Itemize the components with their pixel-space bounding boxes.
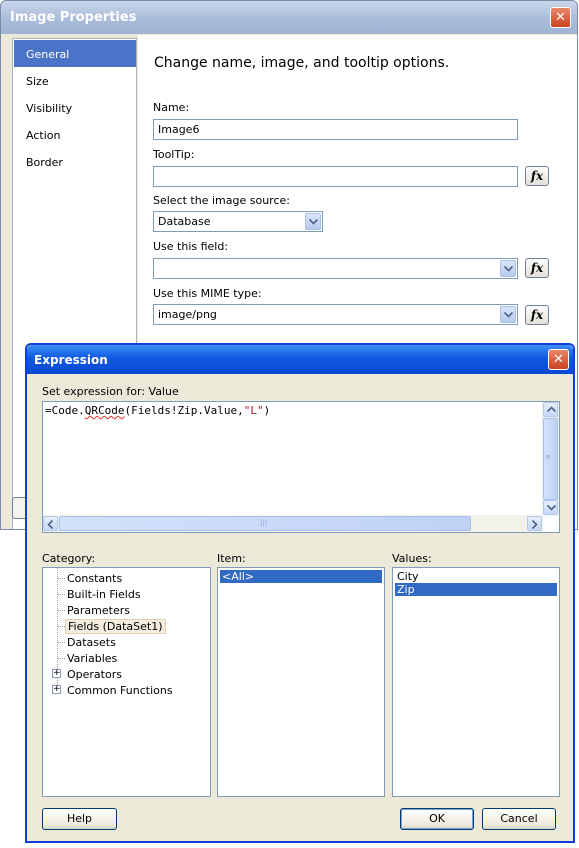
ok-button[interactable]: OK bbox=[400, 808, 474, 830]
function-icon: fx bbox=[530, 261, 544, 275]
mime-type-select[interactable]: image/png bbox=[153, 304, 518, 325]
horizontal-scroll-thumb[interactable]: ||| bbox=[59, 516, 471, 531]
set-expression-label: Set expression for: Value bbox=[42, 385, 179, 398]
image-properties-title: Image Properties bbox=[10, 10, 137, 25]
function-icon: fx bbox=[530, 169, 544, 183]
horizontal-scrollbar[interactable]: ||| bbox=[43, 515, 543, 532]
scroll-down-button[interactable] bbox=[543, 500, 558, 515]
cancel-button[interactable]: Cancel bbox=[482, 808, 556, 830]
category-tree[interactable]: Constants Built-in Fields Parameters Fie… bbox=[42, 567, 211, 797]
category-constants[interactable]: Constants bbox=[67, 572, 122, 585]
list-item-all[interactable]: <All> bbox=[220, 570, 382, 583]
tree-connector bbox=[57, 658, 65, 659]
category-parameters[interactable]: Parameters bbox=[67, 604, 130, 617]
sidebar-item-border[interactable]: Border bbox=[14, 148, 136, 175]
values-label: Values: bbox=[392, 552, 432, 565]
name-label: Name: bbox=[153, 101, 190, 114]
tooltip-field[interactable] bbox=[153, 166, 518, 187]
image-source-label: Select the image source: bbox=[153, 194, 290, 207]
category-fields[interactable]: Fields (DataSet1) bbox=[65, 619, 166, 634]
list-item-zip[interactable]: Zip bbox=[395, 583, 557, 596]
sidebar-item-label: Border bbox=[26, 156, 63, 169]
function-icon: fx bbox=[530, 308, 544, 322]
scroll-up-button[interactable] bbox=[543, 402, 558, 417]
vertical-scroll-thumb[interactable]: ≡ bbox=[543, 418, 558, 500]
category-datasets[interactable]: Datasets bbox=[67, 636, 116, 649]
expand-plus-icon[interactable]: + bbox=[52, 669, 61, 678]
chevron-down-icon[interactable] bbox=[500, 306, 516, 323]
category-variables[interactable]: Variables bbox=[67, 652, 117, 665]
tooltip-expression-button[interactable]: fx bbox=[525, 166, 549, 186]
use-field-label: Use this field: bbox=[153, 240, 229, 253]
tree-connector bbox=[57, 578, 65, 579]
mime-type-value: image/png bbox=[158, 308, 217, 321]
tooltip-label: ToolTip: bbox=[153, 148, 195, 161]
category-common-functions[interactable]: Common Functions bbox=[67, 684, 173, 697]
sidebar-item-label: Visibility bbox=[26, 102, 73, 115]
sidebar-item-label: Size bbox=[26, 75, 49, 88]
tree-connector bbox=[57, 610, 65, 611]
close-icon: ✕ bbox=[553, 352, 564, 367]
category-built-in-fields[interactable]: Built-in Fields bbox=[67, 588, 141, 601]
mime-type-label: Use this MIME type: bbox=[153, 287, 262, 300]
mime-expression-button[interactable]: fx bbox=[525, 305, 549, 325]
list-item-city[interactable]: City bbox=[395, 570, 557, 583]
expression-title: Expression bbox=[34, 353, 108, 367]
expander-glyph: + bbox=[53, 684, 61, 694]
image-source-select[interactable]: Database bbox=[153, 211, 323, 232]
field-expression-button[interactable]: fx bbox=[525, 258, 549, 278]
use-field-select[interactable] bbox=[153, 258, 518, 279]
page-title: Change name, image, and tooltip options. bbox=[154, 55, 450, 71]
help-button[interactable]: Help bbox=[42, 808, 117, 830]
tree-connector bbox=[57, 594, 65, 595]
sidebar-item-label: Action bbox=[26, 129, 61, 142]
scroll-grip-icon: ≡ bbox=[545, 453, 551, 461]
expression-dialog: Expression ✕ Set expression for: Value =… bbox=[25, 343, 575, 843]
code-token: =Code. bbox=[45, 404, 85, 417]
vertical-scrollbar[interactable]: ≡ bbox=[542, 402, 559, 516]
tree-connector bbox=[57, 642, 65, 643]
expression-code[interactable]: =Code.QRCode(Fields!Zip.Value,"L") bbox=[45, 404, 270, 417]
tree-connector bbox=[57, 626, 65, 627]
expression-editor[interactable]: =Code.QRCode(Fields!Zip.Value,"L") ≡ ||| bbox=[42, 401, 560, 533]
help-button-partial[interactable] bbox=[12, 497, 26, 519]
item-list[interactable]: <All> bbox=[217, 567, 385, 797]
expand-plus-icon[interactable]: + bbox=[52, 685, 61, 694]
chevron-down-icon[interactable] bbox=[500, 260, 516, 277]
code-function-name: QRCode bbox=[84, 404, 125, 417]
image-properties-titlebar[interactable]: Image Properties ✕ bbox=[1, 1, 577, 34]
scroll-grip-icon: ||| bbox=[260, 519, 268, 527]
image-properties-close-button[interactable]: ✕ bbox=[550, 7, 571, 28]
chevron-down-icon[interactable] bbox=[305, 213, 321, 230]
scroll-left-button[interactable] bbox=[43, 516, 58, 531]
close-icon: ✕ bbox=[555, 10, 566, 25]
sidebar-item-label: General bbox=[26, 48, 70, 61]
code-string-literal: "L" bbox=[243, 404, 264, 417]
name-field[interactable]: Image6 bbox=[153, 119, 518, 140]
image-source-value: Database bbox=[158, 215, 211, 228]
scroll-right-button[interactable] bbox=[527, 516, 542, 531]
item-label: Item: bbox=[217, 552, 246, 565]
sidebar-item-visibility[interactable]: Visibility bbox=[14, 94, 136, 121]
sidebar-item-size[interactable]: Size bbox=[14, 67, 136, 94]
category-operators[interactable]: Operators bbox=[67, 668, 122, 681]
code-token: ) bbox=[263, 404, 271, 417]
values-list[interactable]: City Zip bbox=[392, 567, 560, 797]
sidebar-item-action[interactable]: Action bbox=[14, 121, 136, 148]
expression-close-button[interactable]: ✕ bbox=[548, 349, 569, 370]
category-label: Category: bbox=[42, 552, 96, 565]
expander-glyph: + bbox=[53, 668, 61, 678]
sidebar-item-general[interactable]: General bbox=[14, 40, 136, 67]
expression-titlebar[interactable]: Expression ✕ bbox=[27, 345, 573, 374]
code-token: (Fields!Zip.Value, bbox=[124, 404, 244, 417]
